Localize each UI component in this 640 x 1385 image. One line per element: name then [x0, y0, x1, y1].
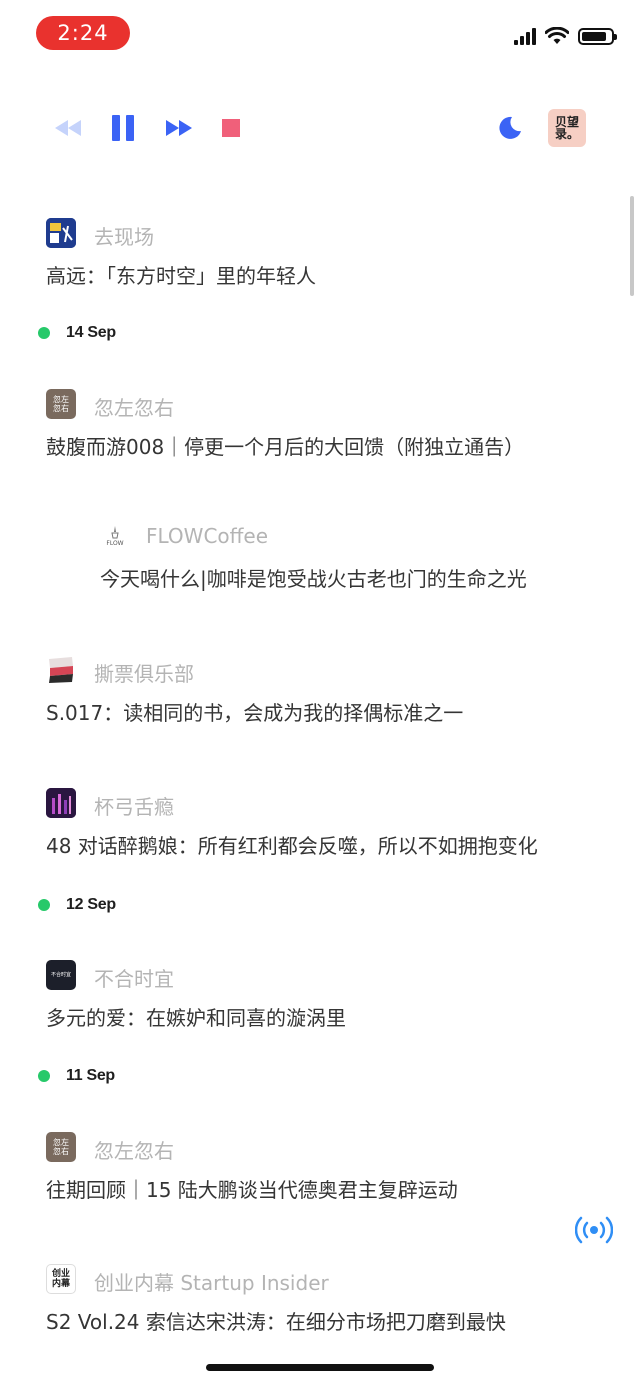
podcast-cover-si-piao[interactable]: [46, 655, 76, 685]
si-piao-cover-art: [49, 657, 73, 683]
episode-title[interactable]: 高远：「东方时空」里的年轻人: [46, 260, 316, 289]
podcast-cover-startup-insider[interactable]: 创业 内幕: [46, 1264, 76, 1294]
date-label: 14 Sep: [66, 324, 116, 341]
episode-title[interactable]: 多元的爱：在嫉妒和同喜的漩涡里: [46, 1002, 346, 1031]
date-separator: 12 Sep: [38, 896, 116, 914]
podcast-source: 撕票俱乐部: [94, 662, 194, 686]
scrollbar[interactable]: [630, 196, 634, 296]
date-dot: [38, 1070, 50, 1082]
fast-forward-button[interactable]: [161, 110, 197, 146]
now-playing-cover[interactable]: 贝望录。: [548, 109, 586, 147]
podcast-cover-flow-coffee[interactable]: FLOW: [100, 521, 130, 551]
podcast-source: 去现场: [94, 225, 154, 249]
status-icons: [514, 27, 617, 45]
episode-title[interactable]: 今天喝什么|咖啡是饱受战火古老也门的生命之光: [100, 563, 527, 592]
podcast-source: 忽左忽右: [94, 1139, 174, 1163]
podcast-source: 忽左忽右: [94, 396, 174, 420]
episode-title[interactable]: S.017：读相同的书，会成为我的择偶标准之一: [46, 697, 463, 726]
live-broadcast-button[interactable]: [574, 1215, 614, 1245]
home-indicator[interactable]: [206, 1364, 434, 1371]
podcast-source: 创业内幕 Startup Insider: [94, 1271, 329, 1295]
pause-icon: [112, 115, 134, 141]
sleep-timer-button[interactable]: z: [496, 114, 524, 142]
episode-title[interactable]: S2 Vol.24 索信达宋洪涛：在细分市场把刀磨到最快: [46, 1306, 506, 1335]
podcast-cover-text: 不合时宜: [50, 972, 71, 978]
qu-xian-chang-cover-art: [46, 218, 76, 248]
podcast-cover-text: FLOW: [106, 539, 124, 547]
podcast-cover-bu-he-shi-yi[interactable]: 不合时宜: [46, 960, 76, 990]
broadcast-icon: [574, 1216, 614, 1244]
episode-title[interactable]: 往期回顾｜15 陆大鹏谈当代德奥君主复辟运动: [46, 1174, 458, 1203]
podcast-cover-text: 创业 内幕: [51, 1269, 70, 1289]
date-label: 11 Sep: [66, 1067, 115, 1084]
wifi-icon: [545, 27, 569, 44]
date-label: 12 Sep: [66, 896, 116, 913]
date-separator: 11 Sep: [38, 1067, 115, 1085]
podcast-cover-hu-zuo-hu-you[interactable]: 忽左 忽右: [46, 1132, 76, 1162]
stop-button[interactable]: [213, 110, 249, 146]
stop-icon: [222, 119, 240, 137]
flow-cup-icon: [111, 525, 119, 538]
rewind-icon: [55, 120, 81, 136]
date-dot: [38, 899, 50, 911]
podcast-source: 不合时宜: [94, 967, 174, 991]
podcast-cover-text: 忽左 忽右: [53, 1138, 69, 1156]
now-playing-cover-text: 贝望录。: [554, 115, 579, 141]
status-time: 2:24: [36, 16, 130, 50]
podcast-cover-text: 忽左 忽右: [53, 395, 69, 413]
bei-gong-she-yin-cover-art: [46, 788, 76, 818]
rewind-button[interactable]: [50, 110, 86, 146]
battery-icon: [578, 27, 617, 45]
podcast-cover-hu-zuo-hu-you[interactable]: 忽左 忽右: [46, 389, 76, 419]
podcast-cover-qu-xian-chang[interactable]: [46, 218, 76, 248]
episode-title[interactable]: 鼓腹而游008｜停更一个月后的大回馈（附独立通告）: [46, 431, 524, 460]
episode-title[interactable]: 48 对话醉鹅娘：所有红利都会反噬，所以不如拥抱变化: [46, 830, 538, 859]
date-dot: [38, 327, 50, 339]
pause-button[interactable]: [105, 110, 141, 146]
fast-forward-icon: [166, 120, 192, 136]
podcast-source: FLOWCoffee: [146, 524, 269, 548]
svg-text:z: z: [513, 121, 517, 129]
podcast-cover-bei-gong-she-yin[interactable]: [46, 788, 76, 818]
cellular-signal-icon: [514, 27, 536, 45]
moon-icon: z: [499, 116, 521, 139]
date-separator: 14 Sep: [38, 324, 116, 342]
podcast-source: 杯弓舌瘾: [94, 795, 174, 819]
